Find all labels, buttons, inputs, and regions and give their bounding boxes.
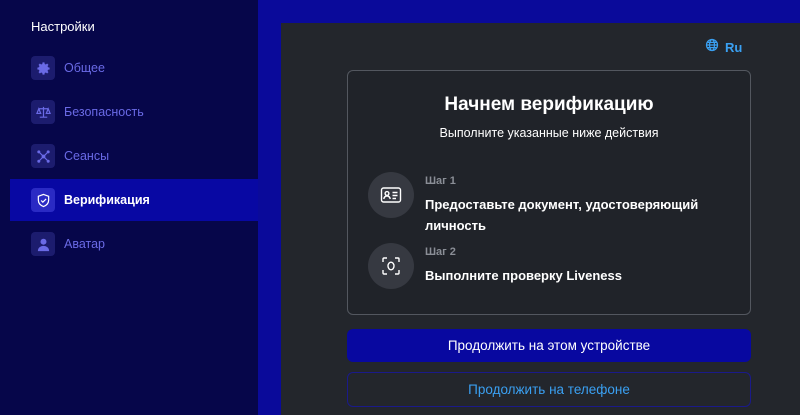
continue-on-device-button[interactable]: Продолжить на этом устройстве bbox=[347, 329, 751, 362]
language-selector[interactable]: Ru bbox=[705, 38, 742, 57]
step-label: Шаг 2 bbox=[425, 246, 456, 258]
sessions-icon bbox=[31, 144, 55, 168]
step-text: Предоставьте документ, удостоверяющий ли… bbox=[425, 197, 699, 233]
sidebar-title: Настройки bbox=[31, 19, 95, 34]
step-text: Выполните проверку Liveness bbox=[425, 268, 622, 283]
shield-icon bbox=[31, 188, 55, 212]
sidebar-item-general[interactable]: Общее bbox=[10, 47, 258, 89]
continue-on-phone-button[interactable]: Продолжить на телефоне bbox=[347, 372, 751, 407]
sidebar-item-label: Верификация bbox=[64, 193, 150, 207]
sidebar-item-label: Сеансы bbox=[64, 149, 110, 163]
id-card-icon bbox=[368, 172, 414, 218]
sidebar-item-label: Общее bbox=[64, 61, 105, 75]
main-panel: Ru Начнем верификацию Выполните указанны… bbox=[281, 23, 800, 415]
sidebar: Настройки Общее Безопасность Сеансы Вери… bbox=[0, 0, 258, 415]
card-subtitle: Выполните указанные ниже действия bbox=[439, 126, 659, 140]
sidebar-item-avatar[interactable]: Аватар bbox=[10, 223, 258, 265]
card-title: Начнем верификацию bbox=[444, 94, 654, 115]
scales-icon bbox=[31, 100, 55, 124]
user-icon bbox=[31, 232, 55, 256]
face-scan-icon bbox=[368, 243, 414, 289]
step-label: Шаг 1 bbox=[425, 175, 456, 187]
sidebar-item-label: Безопасность bbox=[64, 105, 144, 119]
globe-icon bbox=[705, 38, 719, 57]
verification-card: Начнем верификацию Выполните указанные н… bbox=[347, 70, 751, 315]
sidebar-item-verification[interactable]: Верификация bbox=[10, 179, 258, 221]
sidebar-item-label: Аватар bbox=[64, 237, 106, 251]
sidebar-item-sessions[interactable]: Сеансы bbox=[10, 135, 258, 177]
sidebar-item-security[interactable]: Безопасность bbox=[10, 91, 258, 133]
language-label: Ru bbox=[725, 40, 743, 55]
gear-icon bbox=[31, 56, 55, 80]
